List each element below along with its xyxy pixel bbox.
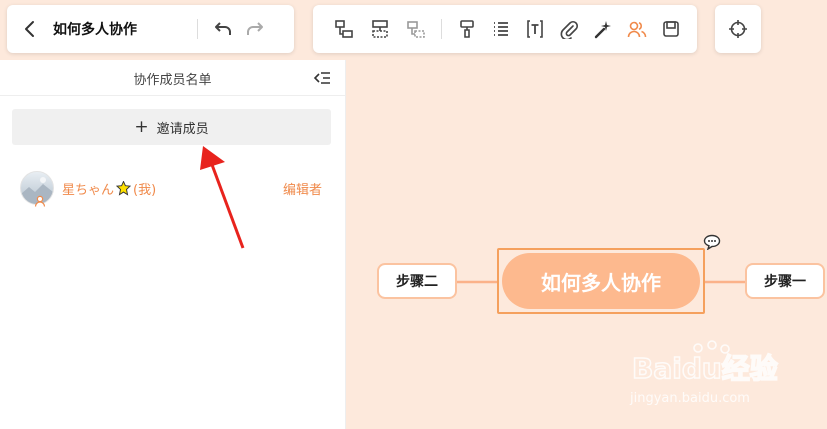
divider	[197, 19, 198, 39]
root-topic[interactable]: 如何多人协作	[502, 253, 700, 309]
list-icon[interactable]	[490, 18, 512, 40]
document-title[interactable]: 如何多人协作	[53, 19, 137, 39]
plus-icon: +	[134, 116, 149, 137]
comment-icon[interactable]	[703, 234, 721, 250]
back-icon[interactable]	[19, 18, 41, 40]
invite-label: 邀请成员	[156, 121, 209, 137]
sibling-topic-icon[interactable]	[369, 18, 391, 40]
panel-title: 协作成员名单	[133, 73, 212, 88]
locate-icon[interactable]	[727, 18, 749, 40]
text-frame-icon[interactable]	[524, 18, 546, 40]
member-name-text: 星ちゃん	[62, 183, 115, 198]
topic-step-one[interactable]: 步骤一	[745, 263, 825, 299]
annotation-arrow	[200, 146, 245, 249]
collaborators-icon[interactable]	[626, 18, 648, 40]
member-row[interactable]: 星ちゃん (我) 编辑者	[20, 171, 330, 207]
panel-header: 协作成员名单	[0, 60, 345, 96]
locate-bar	[715, 5, 761, 53]
title-bar: 如何多人协作	[7, 5, 294, 53]
topic-step-two[interactable]: 步骤二	[377, 263, 457, 299]
star-sticker-icon	[116, 181, 132, 196]
parent-topic-icon[interactable]	[405, 18, 427, 40]
collapse-panel-icon[interactable]	[311, 67, 333, 89]
format-painter-icon[interactable]	[456, 18, 478, 40]
watermark-brand: Baidu经验	[632, 352, 778, 385]
user-badge-icon	[34, 192, 46, 207]
watermark-url: jingyan.baidu.com	[629, 391, 750, 406]
member-role[interactable]: 编辑者	[283, 179, 322, 198]
undo-icon[interactable]	[212, 18, 234, 40]
child-topic-icon[interactable]	[333, 18, 355, 40]
member-self-tag: (我)	[133, 183, 157, 198]
main-toolbar	[313, 5, 697, 53]
baidu-watermark: Baidu经验 jingyan.baidu.com	[629, 340, 779, 406]
member-name: 星ちゃん (我)	[62, 179, 156, 198]
divider	[441, 19, 442, 39]
invite-member-button[interactable]: + 邀请成员	[12, 109, 331, 145]
collaborators-panel: 协作成员名单 + 邀请成员 星ちゃん (我) 编辑者	[0, 60, 346, 429]
redo-icon[interactable]	[244, 18, 266, 40]
attachment-icon[interactable]	[558, 18, 580, 40]
magic-wand-icon[interactable]	[592, 18, 614, 40]
save-icon[interactable]	[660, 18, 682, 40]
